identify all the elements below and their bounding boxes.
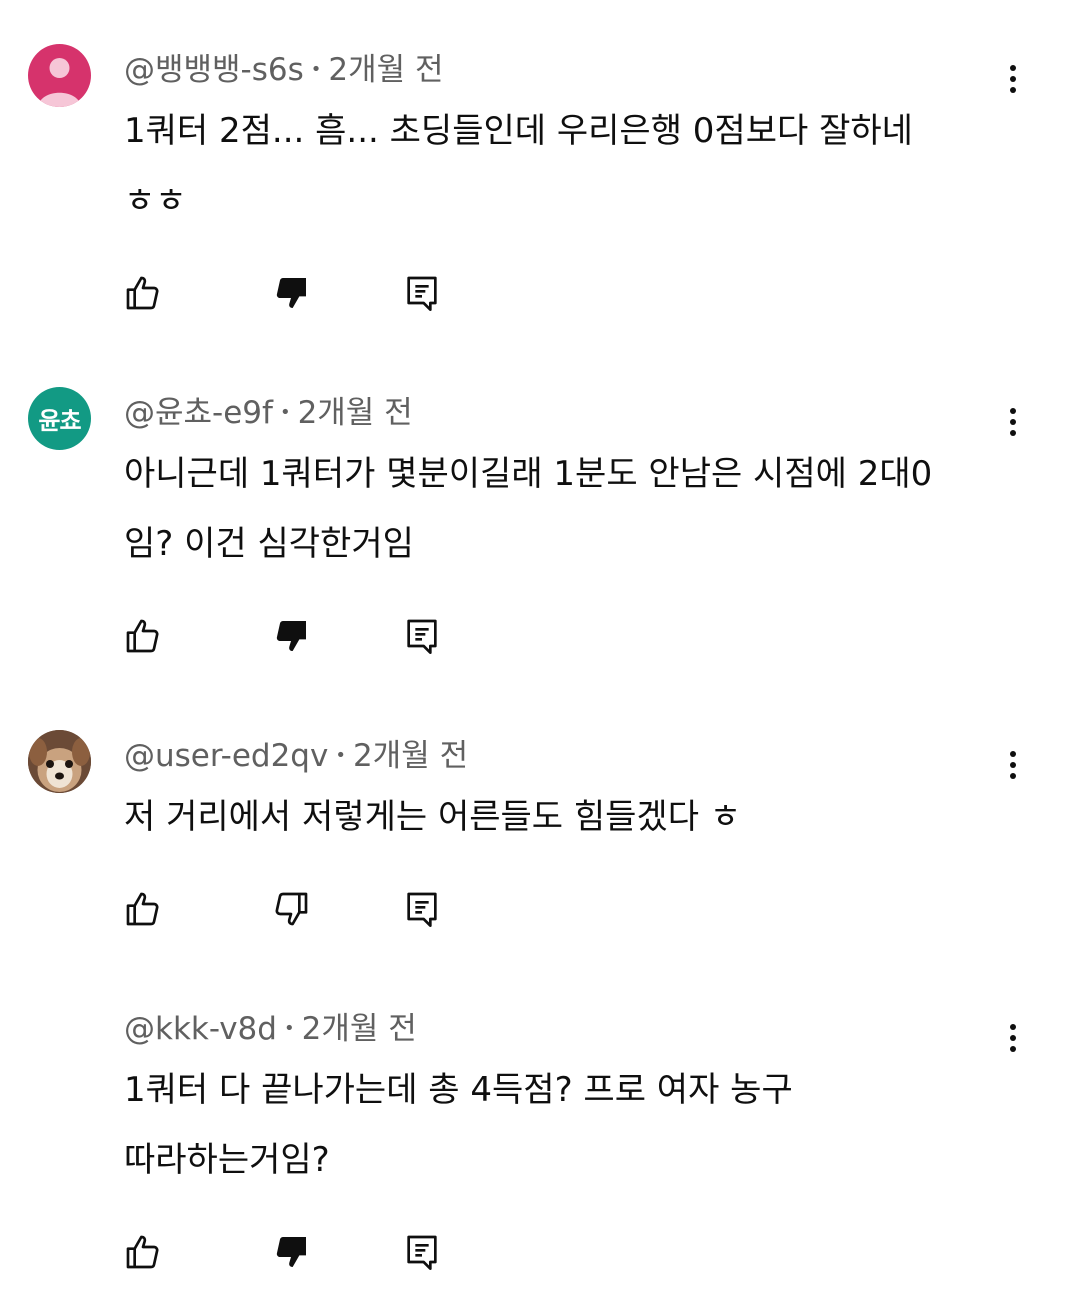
comment-header: @user-ed2qv • 2개월 전	[124, 736, 468, 776]
reply-comment-icon	[407, 276, 437, 311]
reply-comment-icon	[407, 892, 437, 927]
separator-dot: •	[283, 1018, 295, 1039]
dislike-button[interactable]	[268, 270, 314, 316]
more-vert-icon	[1010, 408, 1016, 414]
dislike-button[interactable]	[268, 1229, 314, 1275]
thumb-down-icon	[275, 892, 308, 926]
separator-dot: •	[310, 59, 322, 80]
comment-text-line: 저 거리에서 저렇게는 어른들도 힘들겠다 ㅎ	[124, 797, 742, 837]
comment-text-line: 아니근데 1쿼터가 몇분이길래 1분도 안남은 시점에 2대0	[124, 454, 933, 494]
reply-comment-icon	[407, 619, 437, 654]
more-vert-icon-dot	[1010, 430, 1016, 436]
thumb-down-icon	[276, 1237, 306, 1267]
comment-text-line: 1쿼터 다 끝나가는데 총 4득점? 프로 여자 농구	[124, 1070, 793, 1110]
author-name[interactable]: @윤쵸-e9f	[124, 395, 273, 431]
separator-dot: •	[279, 402, 291, 423]
comment-text-line: ㅎㅎ	[124, 181, 187, 221]
comment-actions	[0, 270, 1076, 320]
separator-dot: •	[335, 745, 346, 766]
thumb-up-icon	[126, 619, 159, 653]
thumb-up-icon	[126, 1235, 159, 1269]
comment-header: @kkk-v8d • 2개월 전	[124, 1009, 417, 1049]
like-button[interactable]	[120, 270, 166, 316]
dog-avatar-icon	[28, 730, 91, 793]
comment-text-line: 따라하는거임?	[124, 1140, 330, 1180]
more-vert-icon	[1010, 65, 1016, 71]
like-button[interactable]	[120, 886, 166, 932]
comment-header: @뱅뱅뱅-s6s • 2개월 전	[124, 50, 444, 90]
reply-button[interactable]	[399, 613, 445, 659]
more-vert-icon-dot	[1010, 76, 1016, 82]
author-name[interactable]: @뱅뱅뱅-s6s	[124, 52, 304, 88]
reply-button[interactable]	[399, 270, 445, 316]
dislike-button[interactable]	[268, 886, 314, 932]
more-vert-icon-dot	[1010, 87, 1016, 93]
timestamp[interactable]: 2개월 전	[328, 52, 443, 88]
like-button[interactable]	[120, 613, 166, 659]
person-icon	[38, 58, 81, 107]
timestamp[interactable]: 2개월 전	[298, 395, 413, 431]
comment-actions	[0, 613, 1076, 663]
avatar[interactable]	[28, 730, 91, 793]
comment-actions	[0, 1229, 1076, 1279]
more-vert-icon	[1010, 1024, 1016, 1030]
comment-text: 아니근데 1쿼터가 몇분이길래 1분도 안남은 시점에 2대0 임? 이건 심각…	[124, 439, 1004, 579]
thumb-up-icon	[126, 892, 159, 926]
dislike-button[interactable]	[268, 613, 314, 659]
more-vert-icon-dot	[1010, 773, 1016, 779]
like-button[interactable]	[120, 1229, 166, 1275]
more-vert-icon-dot	[1010, 419, 1016, 425]
avatar-initials: 윤쵸	[38, 407, 81, 435]
author-name[interactable]: @kkk-v8d	[124, 1011, 277, 1047]
comment-actions	[0, 886, 1076, 936]
timestamp[interactable]: 2개월 전	[353, 738, 468, 774]
more-vert-icon	[1010, 751, 1016, 757]
more-vert-icon-dot	[1010, 1046, 1016, 1052]
comment-header: @윤쵸-e9f • 2개월 전	[124, 393, 413, 433]
thumb-down-icon	[276, 621, 306, 651]
more-vert-icon-dot	[1010, 1035, 1016, 1041]
reply-button[interactable]	[399, 1229, 445, 1275]
timestamp[interactable]: 2개월 전	[302, 1011, 417, 1047]
comment-text: 1쿼터 다 끝나가는데 총 4득점? 프로 여자 농구 따라하는거임?	[124, 1055, 1004, 1195]
reply-button[interactable]	[399, 886, 445, 932]
comment-text-line: 임? 이건 심각한거임	[124, 524, 414, 564]
thumb-up-icon	[126, 276, 159, 310]
comment-text-line: 1쿼터 2점... 흠... 초딩들인데 우리은행 0점보다 잘하네	[124, 111, 913, 151]
reply-comment-icon	[407, 1235, 437, 1270]
more-vert-icon-dot	[1010, 762, 1016, 768]
author-name[interactable]: @user-ed2qv	[124, 738, 328, 774]
comment-text: 저 거리에서 저렇게는 어른들도 힘들겠다 ㅎ	[124, 782, 1004, 852]
avatar[interactable]	[28, 44, 91, 107]
thumb-down-icon	[276, 278, 306, 308]
comment-text: 1쿼터 2점... 흠... 초딩들인데 우리은행 0점보다 잘하네 ㅎㅎ	[124, 96, 1004, 236]
avatar[interactable]: 윤쵸	[28, 387, 91, 450]
